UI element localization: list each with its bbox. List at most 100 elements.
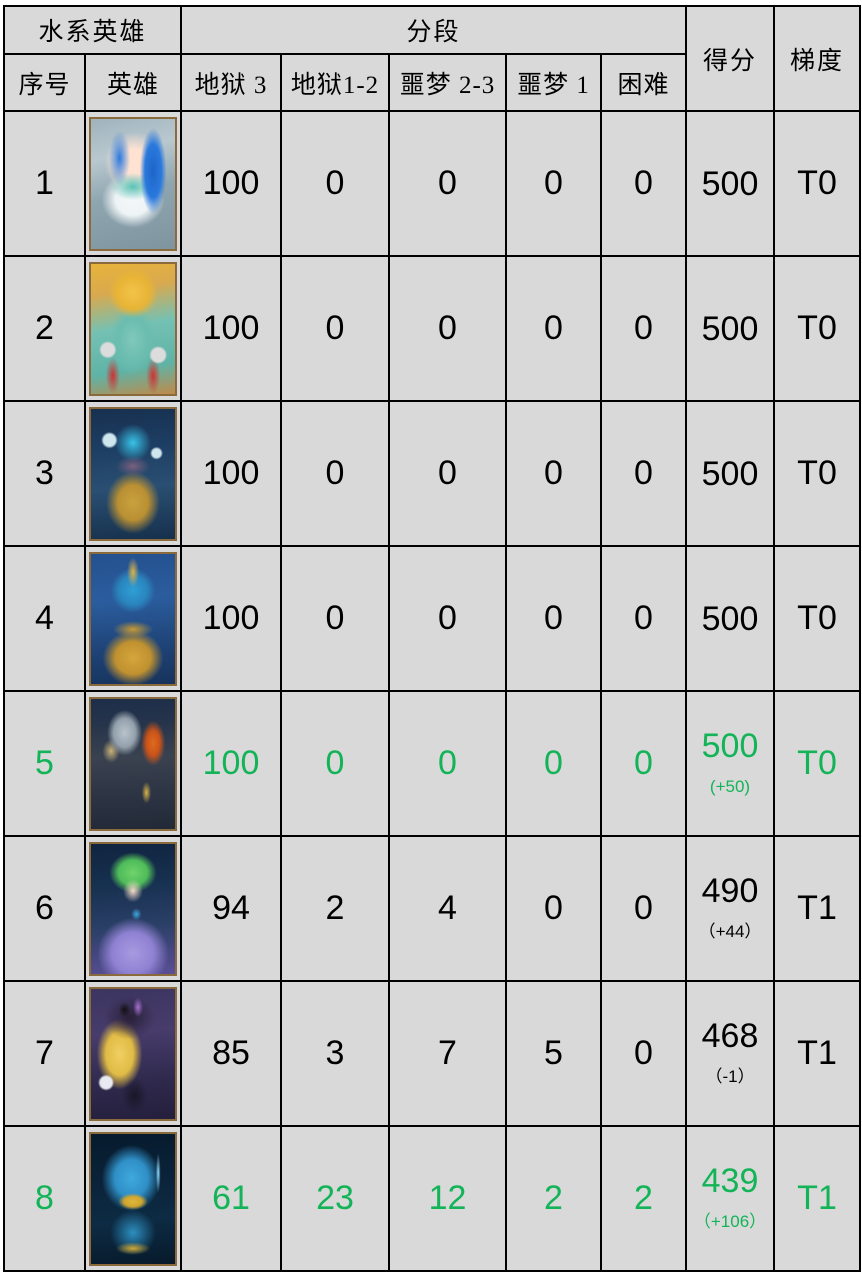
- cell-hard: 2: [600, 1125, 688, 1272]
- score-wrapper: 490 （+44）: [687, 872, 773, 945]
- cell-grade: T0: [773, 255, 862, 402]
- header-hell3: 地狱 3: [180, 53, 283, 112]
- table-row: 8 61 23 12 2 2 439 （+106） T1: [3, 1125, 862, 1272]
- cell-grade: T1: [773, 1125, 862, 1272]
- table-row: 7 85 3 7 5 0 468 （-1） T1: [3, 980, 862, 1127]
- cell-hell12: 0: [280, 545, 391, 692]
- spreadsheet-canvas: 水系英雄 分段 得分 梯度 序号 英雄 地狱 3 地狱1-2 噩梦 2-3 噩梦…: [0, 0, 862, 1275]
- cell-nightmare1: 0: [505, 545, 603, 692]
- cell-nightmare23: 7: [388, 980, 508, 1127]
- cell-hell12: 0: [280, 255, 391, 402]
- cell-score: 500: [685, 110, 776, 257]
- cell-grade: T1: [773, 980, 862, 1127]
- row-index: 1: [3, 110, 86, 257]
- hero-art-layer: [91, 1133, 175, 1264]
- water-hero-portrait-7: [89, 986, 177, 1121]
- cell-hard: 0: [600, 400, 688, 547]
- row-index: 2: [3, 255, 86, 402]
- header-hero: 英雄: [83, 53, 183, 112]
- cell-score: 500: [685, 545, 776, 692]
- cell-nightmare23: 12: [388, 1125, 508, 1272]
- cell-nightmare23: 0: [388, 400, 508, 547]
- cell-nightmare23: 0: [388, 110, 508, 257]
- header-hard: 困难: [600, 53, 688, 112]
- hero-portrait-cell[interactable]: [83, 545, 183, 692]
- cell-hell12: 0: [280, 400, 391, 547]
- score-value: 439: [701, 1162, 759, 1201]
- cell-nightmare1: 5: [505, 980, 603, 1127]
- score-wrapper: 468 （-1）: [687, 1017, 773, 1090]
- cell-hell3: 100: [180, 400, 283, 547]
- table-row: 1 100 0 0 0 0 500 T0: [3, 110, 862, 257]
- cell-hell12: 2: [280, 835, 391, 982]
- hero-portrait-cell[interactable]: [83, 255, 183, 402]
- score-value: 500: [701, 599, 759, 638]
- table-row: 6 94 2 4 0 0 490 （+44） T1: [3, 835, 862, 982]
- cell-hard: 0: [600, 980, 688, 1127]
- hero-portrait-cell[interactable]: [83, 110, 183, 257]
- header-grade: 梯度: [773, 5, 862, 112]
- score-delta: （-1）: [705, 1066, 755, 1086]
- score-value: 500: [701, 454, 759, 493]
- cell-score: 500: [685, 255, 776, 402]
- score-value: 500: [701, 164, 759, 203]
- table-row: 4 100 0 0 0 0 500 T0: [3, 545, 862, 692]
- cell-grade: T1: [773, 835, 862, 982]
- header-tier-group: 分段: [180, 5, 688, 55]
- cell-hard: 0: [600, 110, 688, 257]
- cell-hell12: 0: [280, 690, 391, 837]
- cell-nightmare23: 0: [388, 690, 508, 837]
- cell-score: 490 （+44）: [685, 835, 776, 982]
- row-index: 6: [3, 835, 86, 982]
- cell-nightmare1: 2: [505, 1125, 603, 1272]
- hero-portrait-cell[interactable]: [83, 400, 183, 547]
- cell-hard: 0: [600, 545, 688, 692]
- cell-score: 500: [685, 400, 776, 547]
- header-hell12: 地狱1-2: [280, 53, 391, 112]
- cell-hell3: 61: [180, 1125, 283, 1272]
- table-row: 2 100 0 0 0 0 500 T0: [3, 255, 862, 402]
- cell-hell12: 23: [280, 1125, 391, 1272]
- cell-hell3: 100: [180, 690, 283, 837]
- header-score: 得分: [685, 5, 776, 112]
- header-nightmare23: 噩梦 2-3: [388, 53, 508, 112]
- hero-art-layer: [91, 988, 175, 1119]
- hero-portrait-cell[interactable]: [83, 835, 183, 982]
- score-delta: （+44）: [698, 921, 762, 941]
- score-wrapper: 500: [687, 165, 773, 203]
- water-hero-portrait-1: [89, 116, 177, 251]
- water-hero-portrait-6: [89, 841, 177, 976]
- hero-portrait-cell[interactable]: [83, 1125, 183, 1272]
- water-hero-portrait-5: [89, 696, 177, 831]
- cell-nightmare1: 0: [505, 690, 603, 837]
- cell-grade: T0: [773, 545, 862, 692]
- hero-art-layer: [91, 553, 175, 684]
- score-value: 468: [701, 1017, 759, 1056]
- hero-portrait-cell[interactable]: [83, 980, 183, 1127]
- hero-portrait-cell[interactable]: [83, 690, 183, 837]
- table-row: 5 100 0 0 0 0 500 (+50) T0: [3, 690, 862, 837]
- cell-nightmare23: 0: [388, 545, 508, 692]
- cell-nightmare1: 0: [505, 835, 603, 982]
- score-wrapper: 500: [687, 455, 773, 493]
- score-value: 500: [701, 309, 759, 348]
- hero-art-layer: [91, 698, 175, 829]
- header-hero-group: 水系英雄: [2, 5, 183, 55]
- hero-art-layer: [91, 263, 175, 394]
- header-group-row: 水系英雄 分段 得分 梯度: [2, 5, 862, 112]
- water-hero-portrait-4: [89, 551, 177, 686]
- cell-score: 439 （+106）: [685, 1125, 776, 1272]
- row-index: 7: [3, 980, 86, 1127]
- hero-art-layer: [91, 408, 175, 539]
- row-index: 8: [3, 1125, 86, 1272]
- water-hero-portrait-3: [89, 406, 177, 541]
- cell-nightmare1: 0: [505, 110, 603, 257]
- hero-tier-table: 水系英雄 分段 得分 梯度 序号 英雄 地狱 3 地狱1-2 噩梦 2-3 噩梦…: [2, 5, 862, 1272]
- score-delta: (+50): [709, 776, 751, 796]
- score-wrapper: 439 （+106）: [687, 1162, 773, 1235]
- score-wrapper: 500: [687, 600, 773, 638]
- cell-hell3: 94: [180, 835, 283, 982]
- cell-hell3: 100: [180, 255, 283, 402]
- cell-nightmare23: 4: [388, 835, 508, 982]
- score-value: 500: [701, 727, 759, 766]
